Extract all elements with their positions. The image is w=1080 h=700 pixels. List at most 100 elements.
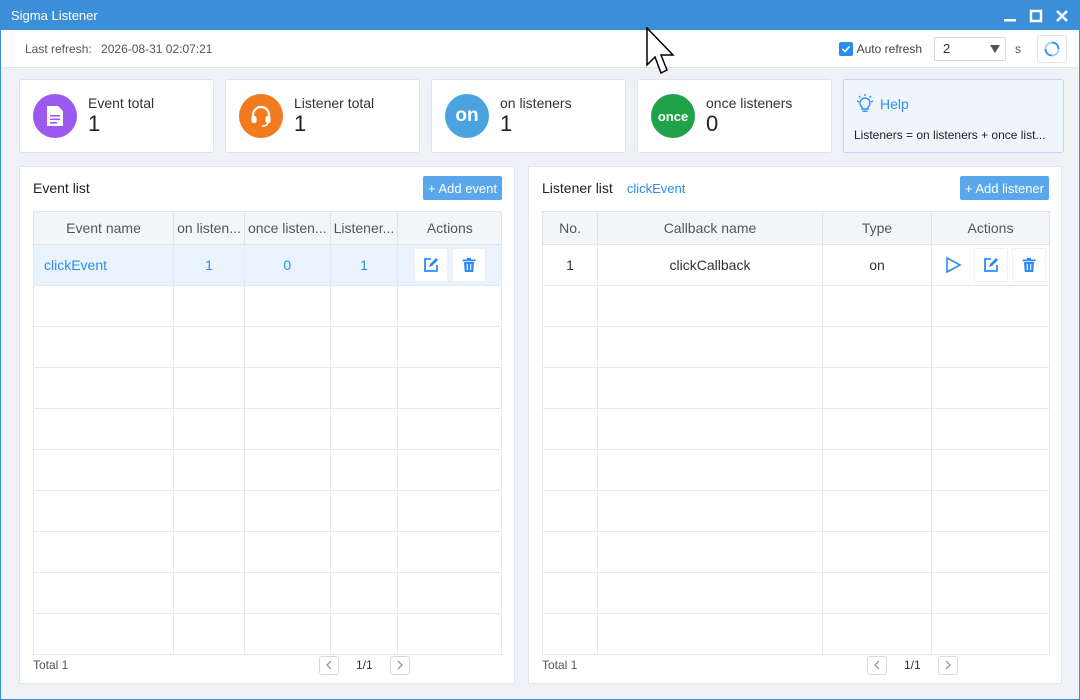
edit-event-button[interactable] — [413, 248, 448, 282]
event-name-cell[interactable]: clickEvent — [33, 244, 174, 286]
column-header[interactable]: on listen... — [173, 211, 245, 245]
app-window: Sigma Listener Last refresh: 2026-08-31 … — [0, 0, 1080, 700]
empty-cell — [822, 449, 932, 491]
empty-cell — [244, 490, 331, 532]
empty-cell — [542, 285, 598, 327]
empty-cell — [173, 572, 245, 614]
empty-cell — [542, 531, 598, 573]
stat-value: 1 — [500, 111, 513, 136]
window-title: Sigma Listener — [11, 8, 98, 23]
empty-row — [33, 531, 503, 573]
event-table: Event name on listen... once listen... L… — [33, 211, 503, 655]
auto-refresh-label[interactable]: Auto refresh — [857, 42, 922, 56]
last-refresh-value: 2026-08-31 02:07:21 — [101, 41, 213, 56]
type-cell: on — [822, 244, 932, 286]
column-header[interactable]: Listener... — [329, 211, 399, 245]
column-header[interactable]: Event name — [33, 211, 174, 245]
lightbulb-icon — [856, 94, 874, 112]
empty-cell — [329, 613, 399, 655]
empty-row — [542, 572, 1050, 614]
empty-row — [542, 449, 1050, 491]
listener-total-label: Total 1 — [542, 658, 578, 672]
delete-listener-button[interactable] — [1011, 248, 1046, 282]
empty-cell — [931, 408, 1050, 450]
listener-list-footer: Total 1 1/1 — [542, 655, 1049, 675]
empty-cell — [542, 367, 598, 409]
empty-cell — [397, 572, 503, 614]
empty-cell — [931, 449, 1050, 491]
window-controls — [1003, 1, 1079, 30]
empty-row — [33, 408, 503, 450]
empty-cell — [931, 572, 1050, 614]
check-icon — [841, 45, 850, 53]
stat-value: 1 — [294, 111, 307, 136]
trash-icon — [1022, 257, 1035, 272]
table-row[interactable]: clickEvent 1 0 1 — [33, 244, 503, 286]
empty-cell — [329, 490, 399, 532]
stat-label: Listener total — [294, 95, 375, 111]
toolbar: Last refresh: 2026-08-31 02:07:21 Auto r… — [1, 30, 1079, 68]
refresh-button[interactable] — [1037, 34, 1067, 63]
empty-cell — [822, 572, 932, 614]
add-event-button[interactable]: + Add event — [422, 176, 502, 200]
prev-page-button[interactable] — [319, 655, 339, 675]
minimize-button[interactable] — [1003, 9, 1017, 23]
empty-row — [542, 285, 1050, 327]
chevron-left-icon — [326, 660, 332, 670]
empty-cell — [329, 531, 399, 573]
stat-on-listeners: on on listeners 1 — [431, 79, 626, 153]
trigger-listener-button[interactable] — [936, 248, 970, 282]
refresh-icon — [1044, 41, 1060, 56]
empty-row — [33, 449, 503, 491]
close-icon — [1056, 9, 1068, 22]
close-button[interactable] — [1055, 9, 1069, 23]
edit-icon — [423, 258, 438, 272]
interval-select[interactable]: 2 — [934, 36, 1006, 61]
table-row[interactable]: 1 clickCallback on — [542, 244, 1050, 286]
empty-cell — [33, 613, 174, 655]
event-list-panel: Event list + Add event Event name on lis… — [19, 166, 515, 684]
stat-once-listeners: once once listeners 0 — [637, 79, 832, 153]
mouse-cursor-icon — [646, 27, 675, 75]
interval-unit: s — [1015, 41, 1021, 56]
last-refresh: Last refresh: 2026-08-31 02:07:21 — [25, 42, 218, 56]
empty-cell — [822, 408, 932, 450]
prev-page-button[interactable] — [867, 655, 887, 675]
empty-cell — [244, 572, 331, 614]
next-page-button[interactable] — [937, 655, 958, 675]
stats-row: Event total 1 Listener total 1 on on lis… — [19, 79, 1064, 153]
column-header[interactable]: once listen... — [244, 211, 331, 245]
document-icon — [47, 106, 63, 126]
empty-cell — [597, 613, 823, 655]
column-header[interactable]: No. — [542, 211, 598, 245]
actions-cell — [397, 244, 503, 286]
empty-cell — [597, 285, 823, 327]
empty-cell — [542, 408, 598, 450]
maximize-button[interactable] — [1029, 9, 1043, 23]
empty-cell — [33, 367, 174, 409]
empty-cell — [822, 285, 932, 327]
empty-cell — [597, 326, 823, 368]
empty-cell — [597, 408, 823, 450]
help-card[interactable]: Help Listeners = on listeners + once lis… — [843, 79, 1064, 153]
empty-cell — [173, 408, 245, 450]
minimize-icon — [1004, 18, 1016, 21]
empty-cell — [397, 285, 503, 327]
empty-cell — [822, 326, 932, 368]
empty-cell — [822, 367, 932, 409]
add-listener-button[interactable]: + Add listener — [959, 176, 1049, 200]
empty-cell — [931, 326, 1050, 368]
edit-icon — [983, 258, 998, 272]
column-header[interactable]: Callback name — [597, 211, 823, 245]
next-page-button[interactable] — [389, 655, 410, 675]
delete-event-button[interactable] — [451, 248, 486, 282]
refresh-controls: Auto refresh 2 s — [838, 34, 1067, 63]
empty-cell — [822, 613, 932, 655]
auto-refresh-checkbox[interactable] — [838, 41, 853, 56]
empty-cell — [173, 613, 245, 655]
event-list-title: Event list — [33, 180, 90, 196]
stat-label: Event total — [88, 95, 155, 111]
stat-listener-total: Listener total 1 — [225, 79, 420, 153]
edit-listener-button[interactable] — [973, 248, 1008, 282]
column-header[interactable]: Type — [822, 211, 932, 245]
